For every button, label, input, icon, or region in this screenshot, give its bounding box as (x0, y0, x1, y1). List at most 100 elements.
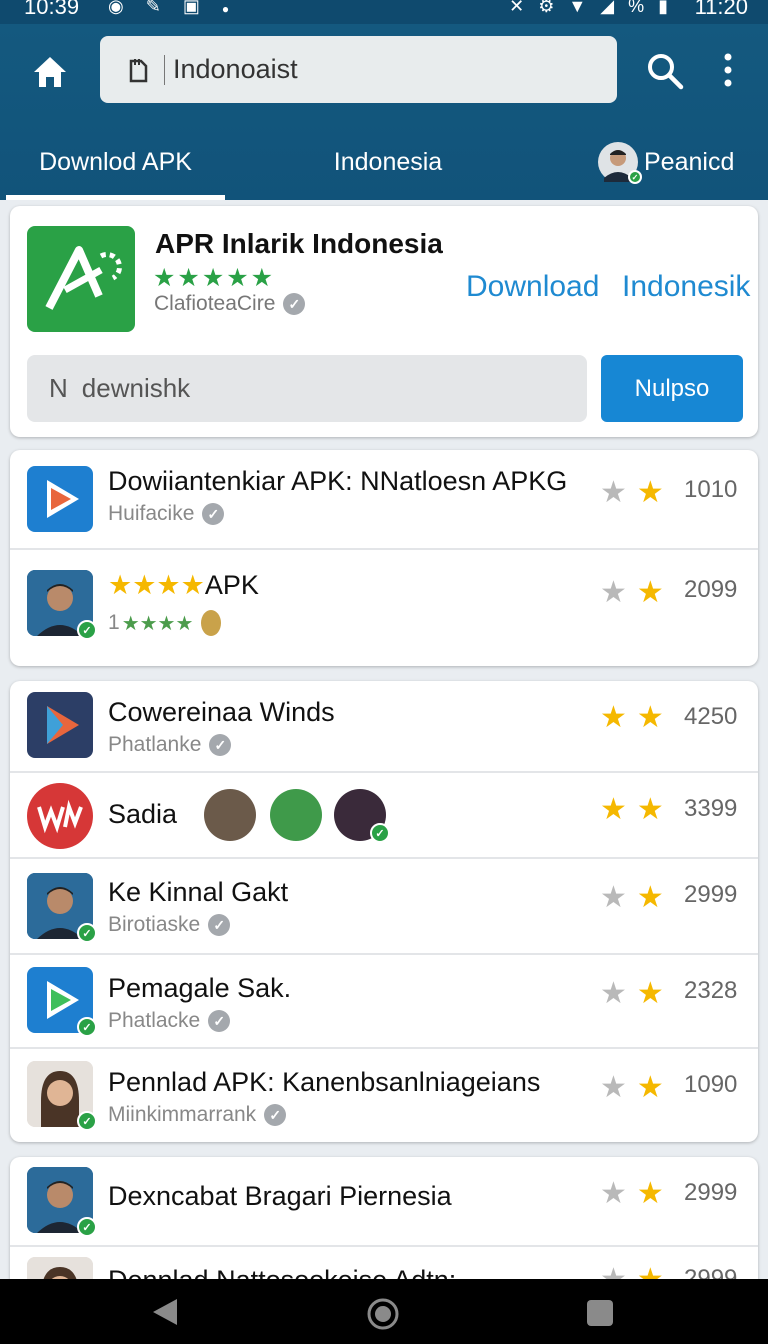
back-icon[interactable] (150, 1297, 180, 1327)
star-icon: ★ (600, 977, 627, 1010)
app-list-card: ✓ Dexncabat Bragari Piernesia ★★ 2999 De… (10, 1157, 758, 1297)
app-logo-icon[interactable] (27, 226, 135, 332)
more-options-icon[interactable] (718, 52, 738, 88)
notification-icon: ◉ (108, 0, 124, 16)
battery-icon: ▮ (658, 0, 668, 16)
star-icon: ★ (636, 1177, 664, 1210)
star-icon: ★ (636, 793, 664, 826)
item-title: Sadia (108, 799, 178, 829)
language-link[interactable]: Indonesik (622, 270, 750, 304)
star-icon: ★ (600, 701, 627, 734)
coin-icon (201, 610, 222, 636)
tab-download-apk[interactable]: Downlod APK (6, 124, 225, 200)
item-title: Pemagale Sak. (108, 973, 292, 1003)
subtitle-stars: ★★★★ (121, 612, 194, 635)
rating-stars: ★★ (600, 578, 664, 608)
star-icon: ★ (636, 977, 664, 1010)
battery-text: % (628, 0, 645, 16)
rating-count: 2999 (684, 881, 738, 908)
tab-bar: Downlod APK Indonesia ✓ Peanicd (0, 124, 768, 200)
star-icon: ★ (600, 881, 627, 914)
list-item[interactable]: ✓ Pemagale Sak. Phatlacke ✓ ★ ★ 2328 (10, 953, 758, 1047)
item-subtitle: Phatlacke ✓ (108, 1009, 231, 1033)
item-title: Pennlad APK: Kanenbsanlniageians (108, 1067, 541, 1097)
subtitle-text: Phatlacke (108, 1009, 201, 1032)
subtitle-text: Birotiaske (108, 913, 201, 936)
url-bar[interactable] (100, 36, 617, 103)
item-subtitle: Miinkimmarrank ✓ (108, 1103, 287, 1127)
avatar: ✓ (27, 1167, 97, 1237)
verified-badge-icon: ✓ (77, 1017, 97, 1037)
star-icon: ★ (600, 793, 627, 826)
star-icon: ★ (636, 1071, 664, 1104)
featured-input[interactable]: N dewnishk (27, 355, 587, 422)
play-app-icon (27, 466, 93, 532)
subtitle-text: Miinkimmarrank (108, 1103, 257, 1126)
star-icon: ★ (636, 701, 664, 734)
subtitle-text: Phatlanke (108, 733, 202, 756)
list-item[interactable]: Sadia ✓ ★ ★ 3399 (10, 771, 758, 857)
subtitle-text: 1 (108, 611, 120, 634)
url-separator (164, 54, 165, 85)
list-item[interactable]: Cowereinaa Winds Phatlanke ✓ ★ ★ 4250 (10, 681, 758, 771)
avatar: ✓ (27, 570, 97, 640)
settings-icon: ⚙ (538, 0, 555, 16)
app-bar: Downlod APK Indonesia ✓ Peanicd (0, 24, 768, 200)
avatar (270, 789, 322, 841)
tab-profile[interactable]: ✓ Peanicd (598, 124, 758, 200)
star-icon: ★ (636, 576, 664, 609)
list-item[interactable]: ✓ ★★★★APK 1 ★★★★ ★ ★ 2099 (10, 548, 758, 666)
submit-button[interactable]: Nulpso (601, 355, 743, 422)
page-icon (129, 58, 148, 82)
rating-stars: ★★ (600, 703, 664, 733)
avatar: ✓ (27, 873, 97, 943)
notification-icons: ◉ ✎ ▣ ● (108, 0, 229, 17)
featured-app-title: APR Inlarik Indonesia (155, 228, 443, 259)
verified-icon: ✓ (283, 293, 306, 315)
avatar: ✓ (334, 789, 390, 843)
rating-count: 2099 (684, 576, 738, 603)
play-app-icon: ✓ (27, 967, 97, 1037)
item-subtitle: Birotiaske ✓ (108, 913, 231, 937)
list-item[interactable]: ✓ Pennlad APK: Kanenbsanlniageians Miink… (10, 1047, 758, 1142)
signal-off-icon: ✕ (509, 0, 525, 16)
featured-developer: ClafioteaCire ✓ (154, 292, 306, 316)
developer-name: ClafioteaCire (154, 292, 276, 315)
rating-stars: ★★ (600, 795, 664, 825)
item-subtitle: Huifacike ✓ (108, 502, 225, 526)
subtitle-text: Huifacike (108, 502, 195, 525)
home-icon[interactable] (30, 52, 70, 92)
avatar: ✓ (27, 1061, 97, 1131)
star-icon: ★ (600, 1071, 627, 1104)
star-icon: ★ (600, 476, 627, 509)
app-list-card: Dowiiantenkiar APK: NNatloesn APKG Huifa… (10, 450, 758, 666)
list-item[interactable]: ✓ Dexncabat Bragari Piernesia ★ ★ 2999 (10, 1157, 758, 1245)
list-item[interactable]: ✓ Ke Kinnal Gakt Birotiaske ✓ ★ ★ 2999 (10, 857, 758, 953)
home-nav-icon[interactable] (366, 1297, 400, 1331)
rating-stars: ★★ (600, 883, 664, 913)
rating-stars: ★★ (600, 1073, 664, 1103)
dot-icon: ● (221, 2, 230, 16)
network-icon: ◢ (600, 0, 615, 16)
status-time: 10:39 (24, 0, 80, 19)
app-list-card: Cowereinaa Winds Phatlanke ✓ ★ ★ 4250 Sad… (10, 681, 758, 1142)
download-link[interactable]: Download (466, 270, 599, 304)
list-item[interactable]: Dowiiantenkiar APK: NNatloesn APKG Huifa… (10, 450, 758, 548)
rating-count: 2999 (684, 1179, 738, 1206)
star-icon: ★ (600, 1177, 627, 1210)
verified-icon: ✓ (264, 1104, 287, 1126)
rating-stars: ★★ (600, 1179, 664, 1209)
rating-count: 1010 (684, 476, 738, 503)
online-badge-icon: ✓ (628, 170, 642, 184)
verified-badge-icon: ✓ (77, 1111, 97, 1131)
recents-icon[interactable] (586, 1299, 614, 1327)
url-input[interactable] (173, 54, 573, 85)
tab-indonesia[interactable]: Indonesia (300, 124, 476, 200)
item-title: Ke Kinnal Gakt (108, 877, 289, 907)
rating-stars: ★★ (600, 979, 664, 1009)
search-icon[interactable] (646, 52, 684, 90)
verified-badge-icon: ✓ (370, 823, 390, 843)
avatar (204, 789, 256, 841)
tab-label: Peanicd (644, 147, 735, 176)
play-app-icon (27, 692, 93, 758)
